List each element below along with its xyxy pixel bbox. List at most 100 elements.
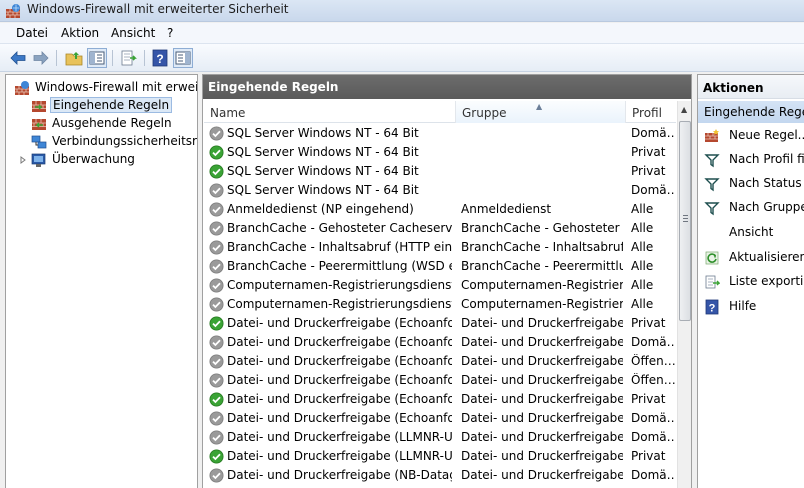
rule-group: Computernamen-Registrier…: [461, 278, 623, 292]
grip-line: [683, 218, 688, 219]
table-row[interactable]: Datei- und Druckerfreigabe (LLMNR-UDP… Da…: [204, 428, 676, 447]
rule-name: Anmeldedienst (NP eingehend): [227, 202, 414, 216]
toolbar: ?: [0, 43, 804, 72]
rule-name: Datei- und Druckerfreigabe (Echoanforde…: [227, 373, 452, 387]
disabled-rule-icon: [209, 411, 224, 426]
action-neue-regel[interactable]: Neue Regel...: [698, 126, 804, 146]
table-row[interactable]: Datei- und Druckerfreigabe (Echoanforde……: [204, 409, 676, 428]
table-row[interactable]: Datei- und Druckerfreigabe (LLMNR-UDP… Da…: [204, 447, 676, 466]
table-row[interactable]: Computernamen-Registrierungsdienst v… Com…: [204, 295, 676, 314]
disabled-rule-icon: [209, 221, 224, 236]
actions-section-eingehende-regeln[interactable]: Eingehende Regeln: [698, 101, 804, 123]
menu-ansicht[interactable]: Ansicht: [111, 26, 155, 40]
column-header-profile[interactable]: Profil: [626, 101, 676, 123]
menu-aktion[interactable]: Aktion: [61, 26, 99, 40]
column-header-group[interactable]: ▲ Gruppe: [456, 101, 626, 123]
disabled-rule-icon: [209, 335, 224, 350]
rule-group: Datei- und Druckerfreigabe: [461, 335, 623, 349]
rules-panel: Eingehende Regeln Name ▲ Gruppe Profil S…: [202, 74, 692, 488]
table-row[interactable]: Datei- und Druckerfreigabe (Echoanforde……: [204, 352, 676, 371]
action-filter-group[interactable]: Nach Gruppe filtern: [698, 198, 804, 218]
action-label: Aktualisieren: [729, 250, 804, 264]
action-ansicht[interactable]: Ansicht: [698, 223, 804, 243]
table-row[interactable]: Datei- und Druckerfreigabe (Echoanforde……: [204, 390, 676, 409]
actions-pane: Aktionen Eingehende Regeln Neue Regel...…: [697, 74, 804, 488]
grip-line: [683, 215, 688, 216]
up-folder-icon[interactable]: [64, 48, 84, 68]
export-list-icon[interactable]: [119, 48, 139, 68]
action-label: Ansicht: [729, 225, 774, 239]
action-filter-profile[interactable]: Nach Profil filtern: [698, 150, 804, 170]
vertical-scrollbar[interactable]: ▲: [677, 101, 691, 488]
show-hide-tree-icon[interactable]: [87, 48, 107, 68]
rule-profile: Alle: [631, 240, 654, 254]
monitoring-icon: [31, 153, 46, 167]
table-row[interactable]: SQL Server Windows NT - 64 Bit Domä…: [204, 124, 676, 143]
new-rule-icon: [705, 129, 719, 142]
rules-list: SQL Server Windows NT - 64 Bit Domä… SQL S…: [204, 124, 676, 485]
tree-root[interactable]: Windows-Firewall mit erweiterter Sicherh…: [14, 79, 197, 97]
outbound-rules-icon: [32, 119, 46, 130]
help-icon[interactable]: ?: [150, 48, 170, 68]
menu-datei[interactable]: Datei: [16, 26, 48, 40]
scroll-thumb[interactable]: [679, 121, 691, 321]
table-row[interactable]: Datei- und Druckerfreigabe (NB-Datagra… D…: [204, 466, 676, 485]
show-hide-action-pane-icon[interactable]: [173, 48, 193, 68]
tree-item-ueberwachung[interactable]: Überwachung: [19, 151, 197, 169]
disabled-rule-icon: [209, 259, 224, 274]
table-row[interactable]: SQL Server Windows NT - 64 Bit Privat: [204, 143, 676, 162]
rule-profile: Domä…: [631, 335, 675, 349]
rule-profile: Alle: [631, 202, 654, 216]
rule-group: Datei- und Druckerfreigabe: [461, 411, 623, 425]
action-liste-exportieren[interactable]: Liste exportieren...: [698, 272, 804, 292]
back-icon[interactable]: [8, 48, 28, 68]
table-row[interactable]: BranchCache - Gehosteter Cacheserver (… B…: [204, 219, 676, 238]
table-row[interactable]: Datei- und Druckerfreigabe (Echoanforde……: [204, 314, 676, 333]
rule-group: Datei- und Druckerfreigabe: [461, 316, 623, 330]
help-icon: ?: [705, 299, 719, 315]
table-row[interactable]: Anmeldedienst (NP eingehend) Anmeldediens…: [204, 200, 676, 219]
disabled-rule-icon: [209, 278, 224, 293]
sort-ascending-icon: ▲: [536, 102, 543, 111]
enabled-check-icon: [209, 449, 224, 464]
menu-help[interactable]: ?: [167, 26, 173, 40]
forward-icon[interactable]: [31, 48, 51, 68]
svg-text:?: ?: [156, 52, 163, 66]
disabled-rule-icon: [209, 202, 224, 217]
tree-item-label: Eingehende Regeln: [50, 97, 173, 113]
rule-profile: Privat: [631, 316, 666, 330]
action-label: Nach Profil filtern: [729, 152, 804, 166]
toolbar-separator: [56, 50, 57, 66]
tree-item-verbindungssicherheitsregeln[interactable]: Verbindungssicherheitsregeln: [31, 133, 197, 151]
column-header-name[interactable]: Name: [204, 101, 456, 123]
grip-line: [683, 221, 688, 222]
rule-group: Anmeldedienst: [461, 202, 552, 216]
rule-group: Datei- und Druckerfreigabe: [461, 468, 623, 482]
rule-name: BranchCache - Inhaltsabruf (HTTP einge…: [227, 240, 452, 254]
table-row[interactable]: Computernamen-Registrierungsdienst v… Com…: [204, 276, 676, 295]
rule-profile: Alle: [631, 259, 654, 273]
scroll-up-icon[interactable]: ▲: [681, 105, 687, 114]
expand-arrow-icon[interactable]: [19, 156, 27, 164]
action-hilfe[interactable]: ? Hilfe: [698, 297, 804, 317]
action-label: Liste exportieren...: [729, 274, 804, 288]
table-row[interactable]: SQL Server Windows NT - 64 Bit Domä…: [204, 181, 676, 200]
tree-item-eingehende-regeln[interactable]: Eingehende Regeln: [31, 97, 197, 115]
table-row[interactable]: BranchCache - Inhaltsabruf (HTTP einge… B…: [204, 238, 676, 257]
rule-name: SQL Server Windows NT - 64 Bit: [227, 145, 419, 159]
filter-icon: [704, 202, 720, 216]
firewall-app-icon: [6, 4, 20, 18]
table-row[interactable]: BranchCache - Peerermittlung (WSD ein… Br…: [204, 257, 676, 276]
enabled-check-icon: [209, 145, 224, 160]
action-aktualisieren[interactable]: Aktualisieren: [698, 248, 804, 268]
navigation-tree: Windows-Firewall mit erweiterter Sicherh…: [5, 74, 198, 488]
action-label: Nach Gruppe filtern: [729, 200, 804, 214]
rule-group: Datei- und Druckerfreigabe: [461, 430, 623, 444]
rule-name: Datei- und Druckerfreigabe (Echoanforde…: [227, 392, 452, 406]
table-row[interactable]: Datei- und Druckerfreigabe (Echoanforde……: [204, 371, 676, 390]
table-row[interactable]: Datei- und Druckerfreigabe (Echoanforde……: [204, 333, 676, 352]
table-row[interactable]: SQL Server Windows NT - 64 Bit Privat: [204, 162, 676, 181]
action-filter-status[interactable]: Nach Status filtern: [698, 174, 804, 194]
rule-group: Datei- und Druckerfreigabe: [461, 373, 623, 387]
tree-item-ausgehende-regeln[interactable]: Ausgehende Regeln: [31, 115, 197, 133]
